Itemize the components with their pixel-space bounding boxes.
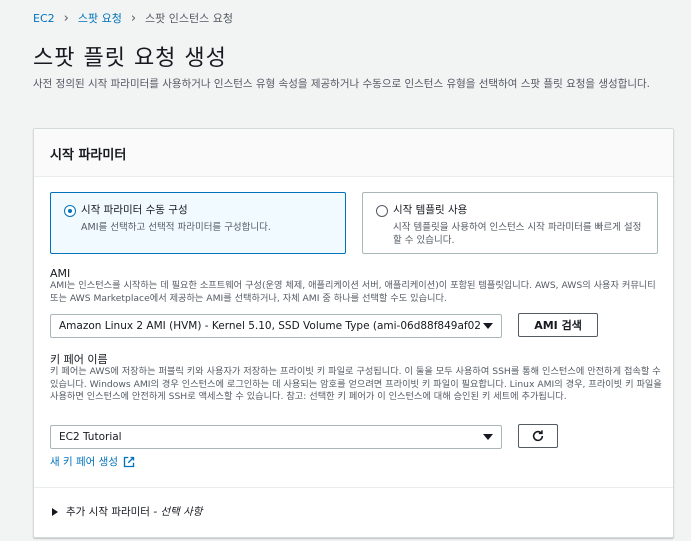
option-title: 시작 템플릿 사용 bbox=[393, 204, 468, 216]
option-description: AMI를 선택하고 선택적 파라미터를 구성합니다. bbox=[81, 222, 271, 233]
refresh-button[interactable] bbox=[518, 424, 558, 448]
ami-label: AMI bbox=[50, 267, 71, 280]
key-pair-description: 키 페어는 AWS에 저장하는 퍼블릭 키와 사용자가 저장하는 프라이빗 키 … bbox=[50, 366, 662, 402]
panel-header: 시작 파라미터 bbox=[34, 129, 673, 177]
create-key-pair-link[interactable]: 새 키 페어 생성 bbox=[50, 454, 135, 469]
option-description: 시작 템플릿을 사용하여 인스턴스 시작 파라미터를 빠르게 설정할 수 있습니… bbox=[393, 222, 642, 246]
create-key-pair-label: 새 키 페어 생성 bbox=[50, 456, 118, 468]
caret-down-icon bbox=[483, 434, 493, 440]
refresh-icon bbox=[532, 430, 544, 442]
key-pair-select-value: EC2 Tutorial bbox=[59, 431, 122, 443]
expander-label: 추가 시작 파라미터 bbox=[66, 506, 150, 518]
option-title: 시작 파라미터 수동 구성 bbox=[81, 204, 188, 216]
key-pair-label: 키 페어 이름 bbox=[50, 353, 108, 366]
search-ami-button[interactable]: AMI 검색 bbox=[518, 313, 598, 337]
radio-button[interactable] bbox=[376, 205, 388, 217]
option-manual-config[interactable]: 시작 파라미터 수동 구성 AMI를 선택하고 선택적 파라미터를 구성합니다. bbox=[50, 192, 346, 254]
launch-parameters-panel: 시작 파라미터 시작 파라미터 수동 구성 AMI를 선택하고 선택적 파라미터… bbox=[33, 128, 674, 538]
expander-optional-label: - 선택 사항 bbox=[153, 506, 203, 518]
additional-parameters-expander[interactable]: 추가 시작 파라미터 - 선택 사항 bbox=[34, 487, 673, 537]
radio-button-selected[interactable] bbox=[64, 205, 76, 217]
breadcrumb-link-ec2[interactable]: EC2 bbox=[33, 12, 55, 25]
ami-select-value: Amazon Linux 2 AMI (HVM) - Kernel 5.10, … bbox=[59, 320, 481, 332]
panel-title: 시작 파라미터 bbox=[50, 148, 127, 163]
key-pair-select[interactable]: EC2 Tutorial bbox=[50, 425, 502, 449]
breadcrumb-link-spot-requests[interactable]: 스팟 요청 bbox=[78, 10, 122, 26]
caret-down-icon bbox=[483, 323, 493, 329]
chevron-right-icon: › bbox=[63, 10, 69, 26]
external-link-icon bbox=[123, 456, 135, 467]
page-description: 사전 정의된 시작 파라미터를 사용하거나 인스턴스 유형 속성을 제공하거나 … bbox=[33, 78, 651, 90]
caret-right-icon bbox=[52, 508, 58, 516]
option-launch-template[interactable]: 시작 템플릿 사용 시작 템플릿을 사용하여 인스턴스 시작 파라미터를 빠르게… bbox=[362, 192, 658, 254]
ami-select[interactable]: Amazon Linux 2 AMI (HVM) - Kernel 5.10, … bbox=[50, 314, 502, 338]
page-title: 스팟 플릿 요청 생성 bbox=[33, 46, 227, 71]
chevron-right-icon: › bbox=[130, 10, 137, 26]
breadcrumb-current: 스팟 인스턴스 요청 bbox=[145, 12, 233, 25]
breadcrumb: EC2 › 스팟 요청 › 스팟 인스턴스 요청 bbox=[33, 10, 233, 26]
ami-description: AMI는 인스턴스를 시작하는 데 필요한 소프트웨어 구성(운영 체제, 애플… bbox=[50, 280, 656, 304]
